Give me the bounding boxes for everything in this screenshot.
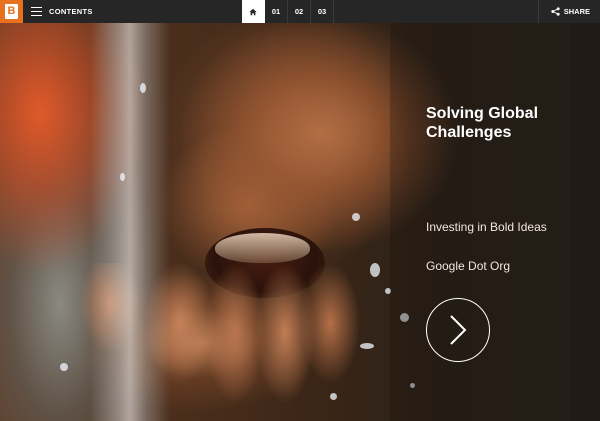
home-icon [249, 8, 257, 15]
hero-byline: Google Dot Org [426, 259, 511, 273]
hero-water-stream [90, 23, 170, 421]
nav-chapter-02[interactable]: 02 [288, 0, 311, 23]
publication-logo-icon: B [5, 4, 18, 19]
chevron-right-icon [450, 315, 467, 345]
chapter-nav: 01 02 03 [242, 0, 334, 23]
top-bar: B CONTENTS 01 02 03 SHARE [0, 0, 600, 23]
hero-subtitle: Investing in Bold Ideas [426, 220, 547, 234]
water-droplet [330, 393, 337, 400]
share-label: SHARE [563, 7, 590, 16]
hamburger-menu-icon [31, 6, 42, 17]
nav-chapter-03[interactable]: 03 [311, 0, 334, 23]
next-button[interactable] [426, 298, 490, 362]
share-button[interactable]: SHARE [537, 0, 600, 23]
water-droplet [352, 213, 360, 221]
share-icon [551, 7, 560, 16]
logo[interactable]: B [0, 0, 23, 23]
water-droplet [120, 173, 125, 181]
contents-button[interactable]: CONTENTS [23, 0, 103, 23]
water-droplet [60, 363, 68, 371]
water-droplet [370, 263, 380, 277]
nav-chapter-01[interactable]: 01 [265, 0, 288, 23]
nav-home[interactable] [242, 0, 265, 23]
hero-title: Solving Global Challenges [426, 105, 539, 141]
water-droplet [360, 343, 374, 349]
hero-teeth [215, 233, 310, 263]
right-strip [570, 23, 600, 421]
water-droplet [140, 83, 146, 93]
contents-label: CONTENTS [49, 7, 93, 16]
